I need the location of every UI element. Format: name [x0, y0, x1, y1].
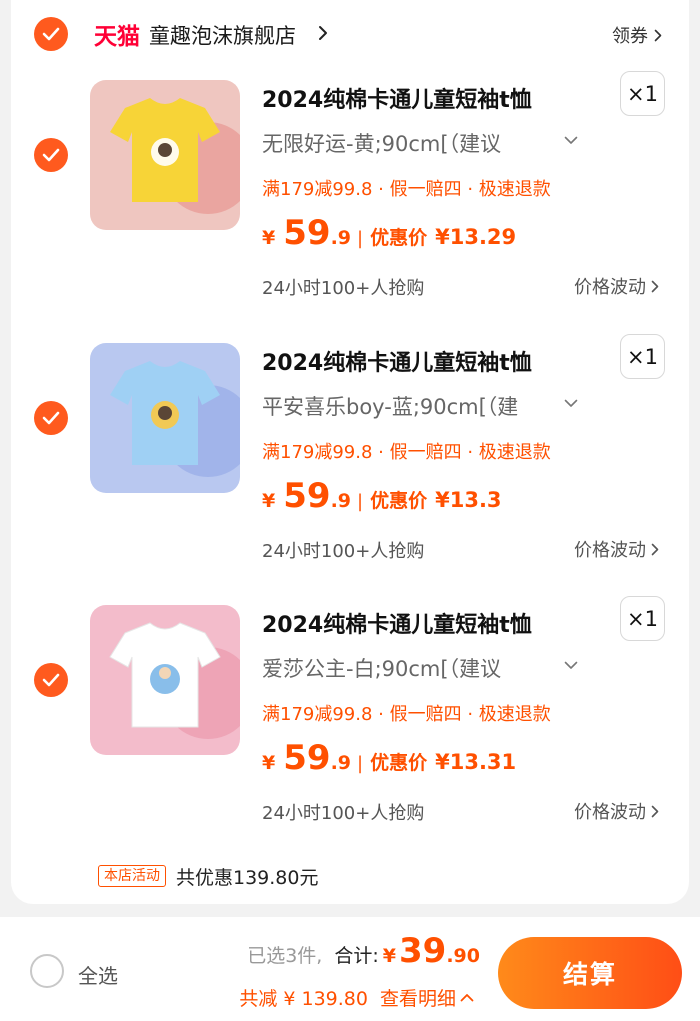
hot-sales-text: 24小时100+人抢购	[262, 541, 425, 562]
price-line: ¥ 59 .9 | 优惠价 ¥13.29	[262, 213, 516, 253]
checkout-button[interactable]: 结算	[498, 937, 682, 1009]
discount-price: ¥13.29	[435, 225, 517, 249]
checkout-bar: 全选 已选3件, 合计: ¥ 39 .90 共减 ¥ 139.80 查看明细 结…	[0, 917, 700, 1021]
chevron-down-icon[interactable]	[564, 661, 578, 670]
price-decimal: .9	[330, 227, 352, 249]
sku-selector[interactable]: 爱莎公主-白;90cm[（建议	[262, 653, 501, 683]
product-title[interactable]: 2024纯棉卡通儿童短袖t恤	[262, 345, 532, 377]
promo-text: 满179减99.8 · 假一赔四 · 极速退款	[262, 442, 551, 463]
currency-symbol: ¥	[262, 490, 276, 512]
select-all-checkbox[interactable]	[30, 954, 64, 988]
price-trend-link[interactable]: 价格波动	[574, 273, 659, 299]
product-title[interactable]: 2024纯棉卡通儿童短袖t恤	[262, 82, 532, 114]
quantity-button[interactable]: ×1	[620, 334, 665, 379]
item-checkbox[interactable]	[34, 663, 68, 697]
chevron-right-icon	[651, 805, 659, 817]
activity-tag: 本店活动	[98, 865, 166, 887]
quantity-button[interactable]: ×1	[620, 71, 665, 116]
discount-label: 优惠价	[370, 490, 428, 512]
total-decimal: .90	[446, 945, 480, 967]
discount-price: ¥13.3	[435, 488, 502, 512]
total-currency: ¥	[382, 945, 396, 967]
price-separator: |	[357, 228, 364, 249]
view-details-label: 查看明细	[379, 988, 456, 1010]
view-details-link[interactable]: 查看明细	[380, 984, 474, 1011]
tmall-logo: 天猫	[94, 24, 140, 50]
price-decimal: .9	[330, 752, 352, 774]
activity-discount-text: 共优惠139.80元	[176, 866, 319, 889]
check-icon	[42, 27, 60, 41]
check-icon	[42, 673, 60, 687]
currency-symbol: ¥	[262, 227, 276, 249]
product-thumbnail[interactable]	[90, 343, 240, 493]
price-integer: 59	[283, 476, 331, 516]
chevron-right-icon	[651, 543, 659, 555]
product-thumbnail[interactable]	[90, 605, 240, 755]
price-trend-label: 价格波动	[574, 540, 646, 561]
promo-text: 满179减99.8 · 假一赔四 · 极速退款	[262, 179, 551, 200]
tshirt-image	[90, 80, 240, 230]
chevron-right-icon[interactable]	[318, 25, 328, 41]
saving-line: 共减 ¥ 139.80 查看明细	[239, 984, 474, 1011]
total-line: 已选3件, 合计: ¥ 39 .90	[247, 931, 480, 971]
check-icon	[42, 411, 60, 425]
cart-item: 2024纯棉卡通儿童短袖t恤 ×1 平安喜乐boy-蓝;90cm[（建 满179…	[0, 334, 700, 605]
tshirt-image	[90, 605, 240, 755]
price-trend-link[interactable]: 价格波动	[574, 536, 659, 562]
coupon-label: 领券	[612, 26, 648, 47]
price-line: ¥ 59 .9 | 优惠价 ¥13.31	[262, 738, 516, 778]
sku-selector[interactable]: 无限好运-黄;90cm[（建议	[262, 128, 501, 158]
price-integer: 59	[283, 213, 331, 253]
cart-item: 2024纯棉卡通儿童短袖t恤 ×1 爱莎公主-白;90cm[（建议 满179减9…	[0, 596, 700, 867]
hot-sales-text: 24小时100+人抢购	[262, 278, 425, 299]
price-line: ¥ 59 .9 | 优惠价 ¥13.3	[262, 476, 502, 516]
sku-selector[interactable]: 平安喜乐boy-蓝;90cm[（建	[262, 391, 518, 421]
hot-sales-text: 24小时100+人抢购	[262, 803, 425, 824]
product-title[interactable]: 2024纯棉卡通儿童短袖t恤	[262, 607, 532, 639]
total-label: 合计:	[334, 945, 379, 967]
product-thumbnail[interactable]	[90, 80, 240, 230]
select-all-label[interactable]: 全选	[78, 960, 118, 989]
discount-label: 优惠价	[370, 752, 428, 774]
saving-text: 共减 ¥ 139.80	[239, 988, 368, 1010]
total-integer: 39	[399, 931, 447, 971]
selected-count: 已选3件,	[247, 945, 323, 967]
discount-label: 优惠价	[370, 227, 428, 249]
chevron-right-icon	[654, 29, 662, 41]
price-separator: |	[357, 491, 364, 512]
chevron-right-icon	[651, 280, 659, 292]
currency-symbol: ¥	[262, 752, 276, 774]
item-checkbox[interactable]	[34, 138, 68, 172]
tshirt-image	[90, 343, 240, 493]
price-trend-label: 价格波动	[574, 802, 646, 823]
chevron-down-icon[interactable]	[564, 399, 578, 408]
price-trend-label: 价格波动	[574, 277, 646, 298]
discount-price: ¥13.31	[435, 750, 517, 774]
cart-item: 2024纯棉卡通儿童短袖t恤 ×1 无限好运-黄;90cm[（建议 满179减9…	[0, 71, 700, 342]
check-icon	[42, 148, 60, 162]
shop-activity: 本店活动 共优惠139.80元	[98, 862, 318, 890]
price-decimal: .9	[330, 490, 352, 512]
shop-name-link[interactable]: 童趣泡沫旗舰店	[149, 20, 296, 50]
chevron-up-icon	[460, 994, 474, 1002]
chevron-down-icon[interactable]	[564, 136, 578, 145]
promo-text: 满179减99.8 · 假一赔四 · 极速退款	[262, 704, 551, 725]
item-checkbox[interactable]	[34, 401, 68, 435]
shop-header: 天猫 童趣泡沫旗舰店 领券	[0, 0, 700, 70]
price-trend-link[interactable]: 价格波动	[574, 798, 659, 824]
coupon-link[interactable]: 领券	[612, 22, 662, 48]
price-separator: |	[357, 753, 364, 774]
price-integer: 59	[283, 738, 331, 778]
quantity-button[interactable]: ×1	[620, 596, 665, 641]
shop-checkbox[interactable]	[34, 17, 68, 51]
